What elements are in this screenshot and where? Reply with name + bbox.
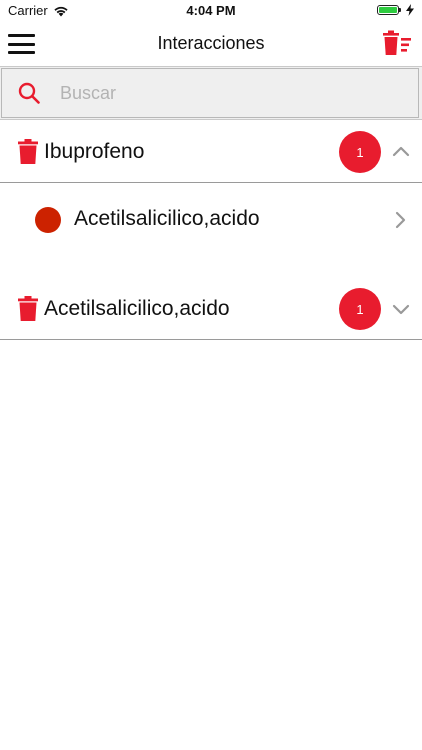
nav-bar: Interacciones [0,22,422,66]
trash-icon[interactable] [18,139,38,164]
search-bar [0,66,422,120]
status-time: 4:04 PM [186,3,236,18]
status-bar: Carrier 4:04 PM [0,0,422,22]
chevron-right-icon[interactable] [394,211,406,229]
trash-sort-icon[interactable] [382,30,412,56]
group-label: Ibuprofeno [44,140,145,163]
page-title: Interacciones [157,33,265,53]
battery-fill [379,7,397,13]
search-input[interactable] [58,81,362,105]
interaction-count-badge: 1 [339,131,381,173]
search-box[interactable] [1,68,419,118]
battery-icon [377,5,401,15]
trash-icon[interactable] [18,296,38,321]
group-label: Acetilsalicilico,acido [44,297,230,320]
interaction-row[interactable]: Acetilsalicilico,acido [0,183,422,253]
search-icon [18,82,40,104]
status-right [377,4,414,16]
charging-icon [406,4,414,16]
chevron-down-icon[interactable] [392,300,410,318]
interaction-label: Acetilsalicilico,acido [74,207,260,230]
chevron-up-icon[interactable] [392,143,410,161]
interaction-count-badge: 1 [339,288,381,330]
group-row-ibuprofeno[interactable]: Ibuprofeno 1 [0,121,422,183]
severity-indicator [35,207,61,233]
group-row-acetilsalicilico[interactable]: Acetilsalicilico,acido 1 [0,278,422,340]
